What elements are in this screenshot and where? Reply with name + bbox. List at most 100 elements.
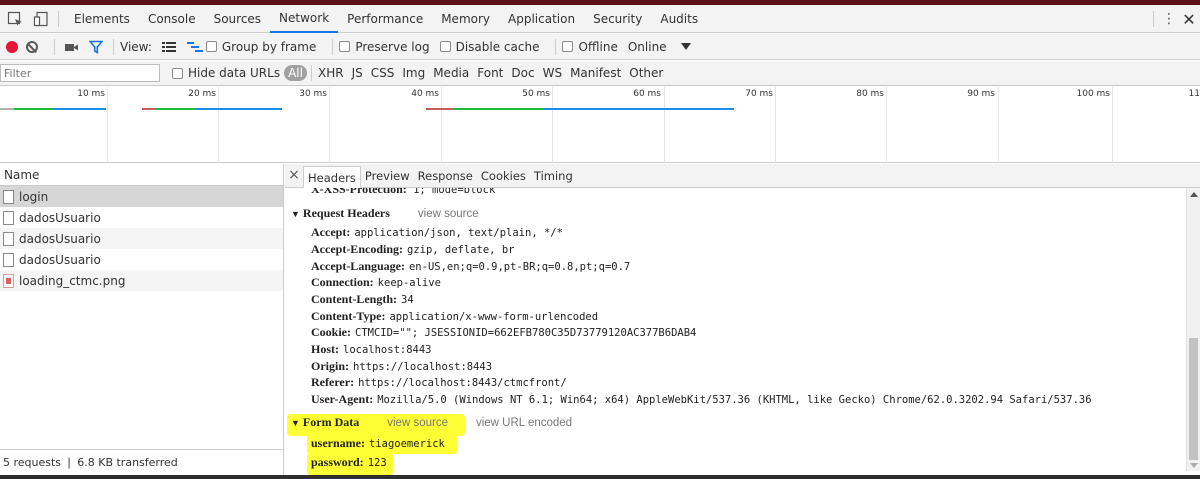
filter-type-img[interactable]: Img bbox=[398, 66, 429, 80]
separator bbox=[555, 38, 557, 55]
overview-gridline bbox=[775, 87, 776, 163]
request-name: dadosUsuario bbox=[19, 252, 101, 267]
filter-icon[interactable] bbox=[85, 36, 107, 58]
tab-audits[interactable]: Audits bbox=[651, 5, 707, 33]
form-field-name: password: bbox=[311, 455, 364, 469]
tab-security[interactable]: Security bbox=[584, 5, 651, 33]
device-toolbar-icon[interactable] bbox=[30, 8, 52, 30]
image-file-icon bbox=[3, 273, 14, 288]
filter-type-other[interactable]: Other bbox=[625, 66, 667, 80]
group-by-frame-label: Group by frame bbox=[221, 39, 317, 54]
tab-preview[interactable]: Preview bbox=[361, 165, 414, 187]
offline-toggle[interactable]: Offline bbox=[562, 40, 618, 54]
tab-cookies[interactable]: Cookies bbox=[477, 165, 530, 187]
overview-gridline bbox=[998, 87, 999, 163]
overview-tick-label: 100 ms bbox=[1076, 89, 1111, 99]
filter-type-font[interactable]: Font bbox=[473, 66, 507, 80]
capture-screenshots-icon[interactable] bbox=[61, 36, 83, 58]
disable-cache-toggle[interactable]: Disable cache bbox=[439, 39, 540, 54]
request-header-row: Accept-Language: en-US,en;q=0.9,pt-BR;q=0… bbox=[311, 258, 630, 275]
tab-response[interactable]: Response bbox=[414, 165, 477, 187]
form-field-value: 123 bbox=[367, 457, 387, 469]
filter-type-xhr[interactable]: XHR bbox=[314, 66, 348, 80]
disable-cache-label: Disable cache bbox=[455, 39, 540, 54]
throttling-select[interactable]: Online bbox=[628, 40, 691, 54]
overview-bar-receiving bbox=[196, 108, 282, 110]
filter-type-media[interactable]: Media bbox=[429, 66, 473, 80]
request-row[interactable]: loading_ctmc.png bbox=[0, 270, 283, 291]
hide-data-urls-checkbox[interactable] bbox=[172, 67, 183, 79]
overview-bar-dns bbox=[142, 108, 156, 110]
name-column-header[interactable]: Name bbox=[0, 164, 283, 186]
request-headers-section-header[interactable]: ▼ Request Headers view source bbox=[291, 206, 479, 221]
separator bbox=[113, 38, 114, 55]
tab-memory[interactable]: Memory bbox=[432, 5, 499, 33]
group-by-frame-checkbox[interactable] bbox=[205, 41, 217, 52]
filter-type-js[interactable]: JS bbox=[348, 66, 367, 80]
request-row[interactable]: dadosUsuario bbox=[0, 249, 283, 270]
throttling-value: Online bbox=[627, 39, 667, 54]
tab-console[interactable]: Console bbox=[139, 5, 205, 33]
request-row[interactable]: dadosUsuario bbox=[0, 228, 283, 249]
tab-headers[interactable]: Headers bbox=[303, 166, 361, 188]
details-scrollbar[interactable] bbox=[1186, 188, 1200, 471]
header-name: Referer: bbox=[311, 375, 355, 389]
scroll-up-icon[interactable] bbox=[1190, 192, 1198, 197]
network-overview[interactable]: 10 ms 20 ms 30 ms 40 ms 50 ms 60 ms 70 m… bbox=[0, 87, 1200, 163]
header-name: Accept-Encoding: bbox=[311, 242, 403, 256]
record-icon[interactable] bbox=[6, 40, 18, 53]
close-details-icon[interactable]: × bbox=[285, 163, 303, 187]
overview-gridline bbox=[218, 87, 219, 163]
overview-gridline bbox=[664, 87, 665, 163]
overview-gridline bbox=[329, 87, 330, 163]
header-value: 34 bbox=[401, 294, 414, 306]
clear-icon[interactable] bbox=[26, 40, 38, 53]
view-source-link[interactable]: view source bbox=[418, 208, 479, 220]
tab-application[interactable]: Application bbox=[499, 5, 584, 33]
overview-gridline bbox=[107, 87, 108, 163]
tab-timing[interactable]: Timing bbox=[530, 165, 577, 187]
header-name: X-XSS-Protection: bbox=[311, 188, 407, 196]
hide-data-urls-toggle[interactable]: Hide data URLs bbox=[172, 66, 280, 80]
tab-sources[interactable]: Sources bbox=[205, 5, 270, 33]
group-by-frame-toggle[interactable]: Group by frame bbox=[205, 39, 317, 54]
view-source-link[interactable]: view source bbox=[387, 417, 448, 429]
form-data-section-header[interactable]: ▼ Form Data view source view URL encoded bbox=[291, 415, 572, 430]
close-devtools-icon[interactable]: ✕ bbox=[1178, 10, 1200, 29]
scrollbar-thumb[interactable] bbox=[1189, 338, 1198, 460]
header-name: Accept: bbox=[311, 225, 351, 239]
network-toolbar: View: Group by frame Preserve log Disabl… bbox=[0, 34, 1200, 60]
filter-type-all[interactable]: All bbox=[284, 65, 307, 81]
scroll-down-icon[interactable] bbox=[1190, 463, 1198, 468]
tab-network[interactable]: Network bbox=[270, 5, 339, 33]
large-rows-icon[interactable] bbox=[158, 36, 180, 58]
overview-bar-waiting bbox=[14, 108, 54, 110]
view-url-encoded-link[interactable]: view URL encoded bbox=[476, 417, 572, 429]
view-label: View: bbox=[120, 39, 152, 54]
filter-type-manifest[interactable]: Manifest bbox=[566, 66, 625, 80]
tab-elements[interactable]: Elements bbox=[65, 5, 139, 33]
header-name: Host: bbox=[311, 342, 339, 356]
request-row[interactable]: dadosUsuario bbox=[0, 207, 283, 228]
request-row[interactable]: login bbox=[0, 186, 283, 207]
response-header-row: X-XSS-Protection: 1; mode=block bbox=[311, 188, 495, 197]
preserve-log-toggle[interactable]: Preserve log bbox=[339, 40, 430, 54]
form-data-title: Form Data bbox=[302, 415, 360, 429]
tab-performance[interactable]: Performance bbox=[338, 5, 432, 33]
request-header-row: Origin: https://localhost:8443 bbox=[311, 358, 492, 375]
separator bbox=[1153, 11, 1154, 27]
disable-cache-checkbox[interactable] bbox=[439, 41, 451, 52]
overview-gridline bbox=[552, 87, 553, 163]
filter-type-doc[interactable]: Doc bbox=[507, 66, 538, 80]
inspect-element-icon[interactable] bbox=[4, 8, 26, 30]
offline-checkbox[interactable] bbox=[562, 41, 574, 52]
filter-type-ws[interactable]: WS bbox=[539, 66, 566, 80]
request-header-row: Connection: keep-alive bbox=[311, 274, 441, 291]
preserve-log-checkbox[interactable] bbox=[339, 41, 351, 52]
more-options-icon[interactable]: ⋮ bbox=[1160, 11, 1178, 27]
filter-input[interactable] bbox=[0, 64, 160, 82]
triangle-down-icon: ▼ bbox=[291, 208, 300, 219]
filter-type-css[interactable]: CSS bbox=[367, 66, 399, 80]
waterfall-icon[interactable] bbox=[184, 36, 206, 58]
overview-tick-label: 10 ms bbox=[77, 89, 105, 99]
